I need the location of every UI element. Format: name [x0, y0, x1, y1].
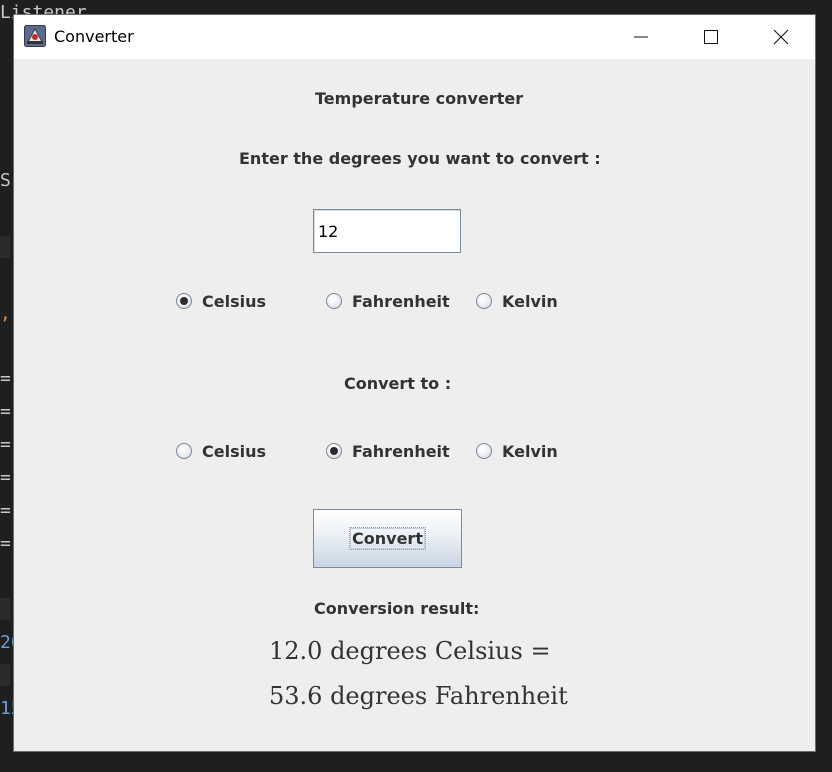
- convert-button[interactable]: Convert: [313, 509, 462, 568]
- editor-fragment: =: [0, 500, 11, 521]
- radio-label: Celsius: [202, 441, 266, 461]
- editor-block: [0, 664, 10, 686]
- maximize-icon: [704, 30, 718, 44]
- maximize-button[interactable]: [677, 15, 745, 59]
- convert-button-label: Convert: [349, 527, 426, 550]
- radio-label: Kelvin: [502, 441, 558, 461]
- radio-label: Celsius: [202, 291, 266, 311]
- from-celsius-radio[interactable]: Celsius: [176, 289, 266, 313]
- radio-label: Fahrenheit: [352, 441, 450, 461]
- to-kelvin-radio[interactable]: Kelvin: [476, 439, 558, 463]
- editor-fragment: =: [0, 467, 11, 488]
- editor-fragment: S: [0, 170, 11, 191]
- conversion-result-label: Conversion result:: [314, 599, 480, 618]
- radio-selected-icon: [326, 443, 342, 459]
- from-kelvin-radio[interactable]: Kelvin: [476, 289, 558, 313]
- radio-label: Kelvin: [502, 291, 558, 311]
- result-line-output: 53.6 degrees Fahrenheit: [269, 682, 568, 710]
- editor-block: [0, 598, 10, 620]
- from-fahrenheit-radio[interactable]: Fahrenheit: [326, 289, 450, 313]
- editor-fragment: =: [0, 434, 11, 455]
- window-title: Converter: [54, 27, 134, 46]
- close-icon: [773, 29, 789, 45]
- to-celsius-radio[interactable]: Celsius: [176, 439, 266, 463]
- editor-fragment: ,: [0, 303, 11, 324]
- editor-fragment: =: [0, 368, 11, 389]
- title-bar[interactable]: Converter: [14, 15, 815, 59]
- to-fahrenheit-radio[interactable]: Fahrenheit: [326, 439, 450, 463]
- converter-window: Converter Temperature converter Enter th…: [13, 14, 816, 752]
- radio-unselected-icon: [476, 293, 492, 309]
- java-app-icon: [24, 25, 46, 47]
- editor-fragment: =: [0, 401, 11, 422]
- page-title: Temperature converter: [315, 89, 524, 108]
- degrees-input[interactable]: [313, 209, 461, 253]
- minimize-button[interactable]: [607, 15, 675, 59]
- radio-unselected-icon: [326, 293, 342, 309]
- close-button[interactable]: [747, 15, 815, 59]
- convert-to-label: Convert to :: [344, 374, 452, 393]
- minimize-icon: [634, 36, 648, 38]
- radio-selected-icon: [176, 293, 192, 309]
- converter-panel: Temperature converter Enter the degrees …: [14, 59, 815, 751]
- radio-label: Fahrenheit: [352, 291, 450, 311]
- editor-block: [0, 236, 10, 258]
- radio-unselected-icon: [176, 443, 192, 459]
- degrees-prompt-label: Enter the degrees you want to convert :: [239, 149, 601, 168]
- editor-fragment: =: [0, 533, 11, 554]
- radio-unselected-icon: [476, 443, 492, 459]
- result-line-input: 12.0 degrees Celsius =: [269, 637, 551, 665]
